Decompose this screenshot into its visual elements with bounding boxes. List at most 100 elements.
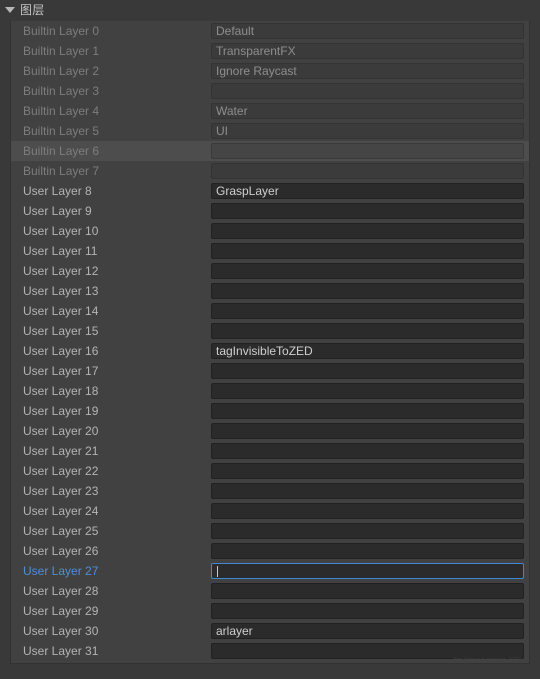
layer-name-input-2: Ignore Raycast: [211, 63, 524, 79]
layer-name-input-19[interactable]: [211, 403, 524, 419]
layer-row-30[interactable]: User Layer 30 arlayer: [11, 621, 529, 641]
layer-label-26: User Layer 26: [23, 544, 99, 558]
layer-row-3[interactable]: Builtin Layer 3: [11, 81, 529, 101]
layer-name-input-27[interactable]: [211, 563, 524, 579]
layer-row-0[interactable]: Builtin Layer 0 Default: [11, 21, 529, 41]
layer-row-8[interactable]: User Layer 8 GraspLayer: [11, 181, 529, 201]
layer-label-19: User Layer 19: [23, 404, 99, 418]
layer-row-18[interactable]: User Layer 18: [11, 381, 529, 401]
layer-name-input-21[interactable]: [211, 443, 524, 459]
layers-inspector-window: 图层 Builtin Layer 0 Default Builtin Layer 1…: [0, 0, 540, 679]
layer-name-input-11[interactable]: [211, 243, 524, 259]
layer-name-input-3: [211, 83, 524, 99]
layer-label-0: Builtin Layer 0: [23, 24, 100, 38]
layer-name-input-18[interactable]: [211, 383, 524, 399]
layer-name-input-1: TransparentFX: [211, 43, 524, 59]
layer-name-input-0: Default: [211, 23, 524, 39]
layers-panel: Builtin Layer 0 Default Builtin Layer 1 Tra…: [10, 20, 530, 664]
layer-row-7[interactable]: Builtin Layer 7: [11, 161, 529, 181]
layer-row-25[interactable]: User Layer 25: [11, 521, 529, 541]
layer-label-5: Builtin Layer 5: [23, 124, 100, 138]
layer-label-14: User Layer 14: [23, 304, 99, 318]
layer-label-21: User Layer 21: [23, 444, 99, 458]
layer-name-input-16[interactable]: tagInvisibleToZED: [211, 343, 524, 359]
layer-row-26[interactable]: User Layer 26: [11, 541, 529, 561]
text-caret: [217, 565, 218, 577]
triangle-down-icon[interactable]: [5, 7, 15, 13]
layer-label-4: Builtin Layer 4: [23, 104, 100, 118]
layer-name-value-1: TransparentFX: [216, 44, 296, 58]
layer-name-input-28[interactable]: [211, 583, 524, 599]
layer-row-22[interactable]: User Layer 22: [11, 461, 529, 481]
layer-label-13: User Layer 13: [23, 284, 99, 298]
layer-name-input-9[interactable]: [211, 203, 524, 219]
layer-label-12: User Layer 12: [23, 264, 99, 278]
layer-name-input-30[interactable]: arlayer: [211, 623, 524, 639]
layer-row-31[interactable]: User Layer 31: [11, 641, 529, 661]
layer-name-input-4: Water: [211, 103, 524, 119]
layer-row-11[interactable]: User Layer 11: [11, 241, 529, 261]
layer-row-10[interactable]: User Layer 10: [11, 221, 529, 241]
layer-label-28: User Layer 28: [23, 584, 99, 598]
layer-name-value-5: UI: [216, 124, 228, 138]
layer-row-29[interactable]: User Layer 29: [11, 601, 529, 621]
layer-name-input-22[interactable]: [211, 463, 524, 479]
layer-name-input-15[interactable]: [211, 323, 524, 339]
layer-name-input-24[interactable]: [211, 503, 524, 519]
layer-row-13[interactable]: User Layer 13: [11, 281, 529, 301]
layer-label-25: User Layer 25: [23, 524, 99, 538]
layer-name-value-2: Ignore Raycast: [216, 64, 297, 78]
layer-row-12[interactable]: User Layer 12: [11, 261, 529, 281]
layer-row-5[interactable]: Builtin Layer 5 UI: [11, 121, 529, 141]
layer-label-11: User Layer 11: [23, 244, 98, 258]
layer-name-input-6: [211, 143, 524, 159]
layer-row-21[interactable]: User Layer 21: [11, 441, 529, 461]
watermark-text: https://blog.csdn.net/weixin_00000: [452, 656, 521, 661]
layer-row-9[interactable]: User Layer 9: [11, 201, 529, 221]
layer-name-input-14[interactable]: [211, 303, 524, 319]
layer-name-input-29[interactable]: [211, 603, 524, 619]
layer-name-value-0: Default: [216, 24, 255, 38]
layer-name-input-17[interactable]: [211, 363, 524, 379]
layer-label-24: User Layer 24: [23, 504, 99, 518]
layer-row-28[interactable]: User Layer 28: [11, 581, 529, 601]
layer-label-10: User Layer 10: [23, 224, 99, 238]
layer-label-29: User Layer 29: [23, 604, 99, 618]
layer-row-27[interactable]: User Layer 27: [11, 561, 529, 581]
layer-label-2: Builtin Layer 2: [23, 64, 100, 78]
layer-label-23: User Layer 23: [23, 484, 99, 498]
layer-label-7: Builtin Layer 7: [23, 164, 100, 178]
layer-name-input-25[interactable]: [211, 523, 524, 539]
layer-name-input-10[interactable]: [211, 223, 524, 239]
layer-row-20[interactable]: User Layer 20: [11, 421, 529, 441]
layer-row-23[interactable]: User Layer 23: [11, 481, 529, 501]
layer-name-input-26[interactable]: [211, 543, 524, 559]
layer-name-input-5: UI: [211, 123, 524, 139]
layer-name-value-30: arlayer: [216, 624, 253, 638]
layer-label-9: User Layer 9: [23, 204, 92, 218]
layer-name-input-8[interactable]: GraspLayer: [211, 183, 524, 199]
layer-label-3: Builtin Layer 3: [23, 84, 100, 98]
layer-label-31: User Layer 31: [23, 644, 99, 658]
layer-name-input-12[interactable]: [211, 263, 524, 279]
layer-label-17: User Layer 17: [23, 364, 99, 378]
layer-row-24[interactable]: User Layer 24: [11, 501, 529, 521]
page-title: 图层: [20, 2, 45, 17]
layer-row-15[interactable]: User Layer 15: [11, 321, 529, 341]
layer-row-16[interactable]: User Layer 16 tagInvisibleToZED: [11, 341, 529, 361]
layer-name-input-13[interactable]: [211, 283, 524, 299]
layer-row-6[interactable]: Builtin Layer 6: [11, 141, 529, 161]
layer-name-input-20[interactable]: [211, 423, 524, 439]
layer-row-4[interactable]: Builtin Layer 4 Water: [11, 101, 529, 121]
layer-label-1: Builtin Layer 1: [23, 44, 100, 58]
layer-row-2[interactable]: Builtin Layer 2 Ignore Raycast: [11, 61, 529, 81]
layer-row-17[interactable]: User Layer 17: [11, 361, 529, 381]
layer-name-input-7: [211, 163, 524, 179]
layer-name-input-23[interactable]: [211, 483, 524, 499]
layer-label-8: User Layer 8: [23, 184, 92, 198]
layer-row-19[interactable]: User Layer 19: [11, 401, 529, 421]
layers-foldout-header[interactable]: 图层: [0, 0, 540, 19]
layer-row-1[interactable]: Builtin Layer 1 TransparentFX: [11, 41, 529, 61]
layer-row-14[interactable]: User Layer 14: [11, 301, 529, 321]
layer-row-list: Builtin Layer 0 Default Builtin Layer 1 Tra…: [11, 21, 529, 661]
